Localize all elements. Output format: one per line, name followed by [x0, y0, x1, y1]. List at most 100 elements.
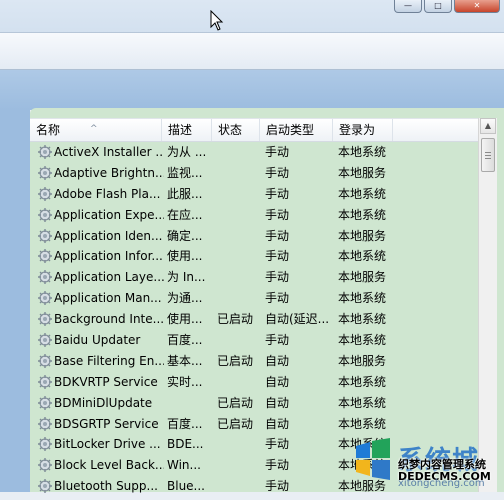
service-description: 为通...	[167, 291, 203, 306]
gear-icon	[38, 165, 52, 180]
column-logon-label: 登录为	[339, 123, 376, 137]
service-logon-as: 本地服务	[338, 228, 387, 243]
close-button[interactable]: ✕	[454, 0, 500, 13]
service-description: Blue...	[167, 479, 205, 494]
table-row[interactable]: Application Laye... 为 In... 手动 本地服务	[30, 267, 478, 288]
scroll-thumb[interactable]	[481, 138, 495, 172]
service-startup-type: 手动	[265, 458, 290, 473]
panel-header-band	[0, 70, 504, 110]
service-startup-type: 手动	[265, 479, 290, 494]
service-startup-type: 手动	[265, 165, 290, 180]
toolbar	[0, 32, 504, 70]
minimize-button[interactable]: —	[394, 0, 422, 13]
table-row[interactable]: Baidu Updater 百度... 手动 本地系统	[30, 330, 478, 351]
column-status-label: 状态	[218, 123, 243, 137]
column-header-name[interactable]: 名称 ^	[30, 119, 162, 141]
maximize-button[interactable]: □	[424, 0, 452, 13]
service-name: Baidu Updater	[54, 333, 141, 348]
scroll-up-button[interactable]: ▲	[480, 118, 496, 134]
service-description: 在应...	[167, 207, 203, 222]
table-row[interactable]: BDSGRTP Service 百度... 已启动 自动 本地系统	[30, 414, 478, 435]
service-startup-type: 自动	[265, 395, 290, 410]
scroll-up-icon: ▲	[484, 121, 492, 130]
maximize-icon: □	[434, 1, 442, 10]
service-name: Adaptive Brightn...	[54, 165, 164, 180]
service-logon-as: 本地系统	[338, 333, 387, 348]
gear-icon	[38, 291, 52, 306]
service-description: 百度...	[167, 416, 203, 431]
gear-icon	[38, 249, 52, 264]
service-name: Application Iden...	[54, 228, 163, 243]
service-startup-type: 自动	[265, 416, 290, 431]
table-row[interactable]: Application Infor... 使用... 手动 本地系统	[30, 246, 478, 267]
table-row[interactable]: BDMiniDlUpdate 已启动 自动 本地系统	[30, 393, 478, 414]
service-status: 已启动	[217, 353, 254, 368]
gear-icon	[38, 458, 52, 473]
table-row[interactable]: BDKVRTP Service 实时... 自动 本地系统	[30, 372, 478, 393]
grip-line	[485, 158, 491, 159]
system-city-logo-icon	[356, 438, 390, 480]
service-startup-type: 手动	[265, 186, 290, 201]
service-status: 已启动	[217, 416, 254, 431]
column-header-startup-type[interactable]: 启动类型	[260, 119, 333, 141]
service-description: 使用...	[167, 249, 203, 264]
column-header-description[interactable]: 描述	[162, 119, 212, 141]
service-status: 已启动	[217, 312, 254, 327]
service-startup-type: 手动	[265, 249, 290, 264]
table-row[interactable]: ActiveX Installer ... 为从 ... 手动 本地系统	[30, 142, 478, 163]
service-startup-type: 自动	[265, 353, 290, 368]
service-name: Bluetooth Supp...	[54, 479, 158, 494]
gear-icon	[38, 437, 52, 452]
window-controls: — □ ✕	[394, 0, 504, 13]
column-header-logon-as[interactable]: 登录为	[333, 119, 393, 141]
service-logon-as: 本地服务	[338, 353, 387, 368]
column-name-label: 名称	[36, 123, 61, 137]
gear-icon	[38, 186, 52, 201]
vertical-scrollbar[interactable]: ▲	[478, 118, 497, 492]
service-logon-as: 本地服务	[338, 270, 387, 285]
service-description: 此服...	[167, 186, 203, 201]
service-description: 监视...	[167, 165, 203, 180]
service-logon-as: 本地服务	[338, 165, 387, 180]
grip-line	[485, 155, 491, 156]
column-header-status[interactable]: 状态	[212, 119, 260, 141]
table-row[interactable]: Background Inte... 使用... 已启动 自动(延迟... 本地系统	[30, 309, 478, 330]
service-name: Application Man...	[54, 291, 162, 306]
service-description: 百度...	[167, 333, 203, 348]
service-name: BDMiniDlUpdate	[54, 395, 153, 410]
minimize-icon: —	[404, 1, 412, 10]
service-name: Adobe Flash Pla...	[54, 186, 161, 201]
gear-icon	[38, 416, 52, 431]
service-logon-as: 本地系统	[338, 312, 387, 327]
gear-icon	[38, 312, 52, 327]
service-name: Application Laye...	[54, 270, 164, 285]
services-list: 名称 ^ 描述 状态 启动类型 登录为 ActiveX Installer ..…	[30, 108, 504, 494]
watermark-line3: xitongcheng.com	[398, 478, 485, 489]
service-description: 基本...	[167, 353, 203, 368]
table-row[interactable]: Application Expe... 在应... 手动 本地系统	[30, 205, 478, 226]
table-row[interactable]: Application Man... 为通... 手动 本地系统	[30, 288, 478, 309]
service-name: ActiveX Installer ...	[54, 145, 164, 159]
service-name: BDKVRTP Service	[54, 374, 158, 389]
service-logon-as: 本地系统	[338, 186, 387, 201]
service-startup-type: 手动	[265, 291, 290, 306]
service-startup-type: 手动	[265, 228, 290, 243]
left-pane	[0, 110, 30, 492]
service-startup-type: 手动	[265, 145, 290, 159]
table-row[interactable]: Adaptive Brightn... 监视... 手动 本地服务	[30, 163, 478, 184]
service-name: BitLocker Drive ...	[54, 437, 161, 452]
service-name: Application Expe...	[54, 207, 164, 222]
table-row[interactable]: Base Filtering En... 基本... 已启动 自动 本地服务	[30, 351, 478, 372]
list-header: 名称 ^ 描述 状态 启动类型 登录为	[30, 118, 478, 142]
column-startup-label: 启动类型	[266, 123, 315, 137]
table-row[interactable]: Adobe Flash Pla... 此服... 手动 本地系统	[30, 184, 478, 205]
column-description-label: 描述	[168, 123, 193, 137]
service-name: Background Inte...	[54, 312, 164, 327]
service-description: 为 In...	[167, 270, 206, 285]
table-row[interactable]: Application Iden... 确定... 手动 本地服务	[30, 226, 478, 247]
service-startup-type: 自动	[265, 374, 290, 389]
service-logon-as: 本地系统	[338, 291, 387, 306]
service-logon-as: 本地系统	[338, 416, 387, 431]
service-description: 实时...	[167, 374, 203, 389]
service-status: 已启动	[217, 395, 254, 410]
